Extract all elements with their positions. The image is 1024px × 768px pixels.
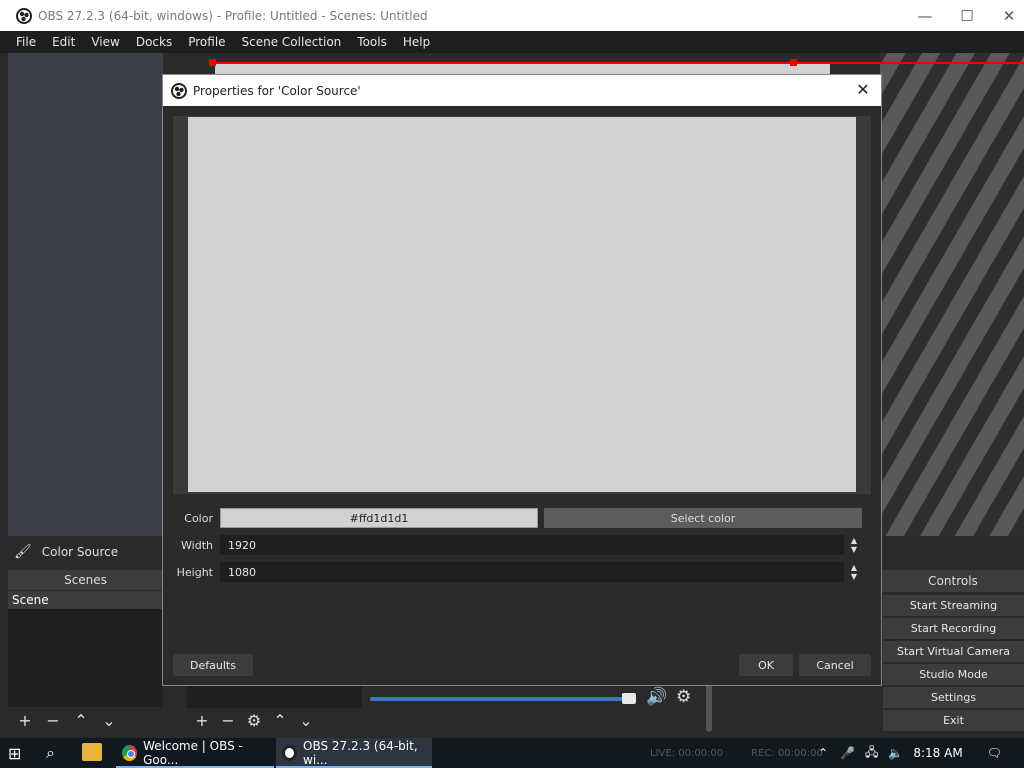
add-icon[interactable]: + — [14, 711, 36, 730]
properties-dialog: Properties for 'Color Source' ✕ Color #f… — [162, 74, 882, 686]
maximize-button[interactable]: ☐ — [944, 0, 990, 31]
scrollbar[interactable] — [706, 684, 712, 732]
width-stepper[interactable]: ▲ ▼ — [847, 535, 861, 555]
chrome-icon — [122, 745, 138, 761]
color-label: Color — [184, 512, 213, 525]
chevron-down-icon[interactable]: ▼ — [851, 572, 857, 581]
taskbar-item-label: OBS 27.2.3 (64-bit, wi... — [303, 739, 418, 767]
controls-dock-title: Controls — [882, 570, 1024, 592]
taskbar-item-chrome[interactable]: Welcome | OBS - Goo... — [116, 738, 274, 768]
windows-start-icon[interactable]: ⊞ — [8, 744, 21, 763]
volume-slider[interactable] — [370, 697, 630, 701]
start-recording-button[interactable]: Start Recording — [883, 618, 1024, 639]
notification-icon[interactable]: 🗨 — [987, 746, 1002, 760]
obs-icon — [282, 745, 298, 761]
height-input[interactable]: 1080 — [220, 562, 844, 582]
ok-button[interactable]: OK — [739, 654, 793, 676]
dialog-body: Color #ffd1d1d1 Select color Width 1920 … — [163, 106, 881, 685]
scenes-dock-title: Scenes — [8, 570, 163, 590]
audio-mixer: 🔊 ⚙ — [366, 684, 706, 732]
source-toolbar: 🖌 Color Source — [8, 539, 163, 565]
obs-logo-icon — [171, 82, 187, 99]
selection-handle[interactable] — [790, 59, 797, 66]
exit-button[interactable]: Exit — [883, 710, 1024, 731]
taskbar-item-label: Welcome | OBS - Goo... — [143, 739, 243, 767]
selection-outline — [212, 62, 1024, 64]
volume-icon[interactable]: 🔈 — [888, 746, 903, 760]
taskbar: ⊞ ⌕ Welcome | OBS - Goo... OBS 27.2.3 (6… — [0, 738, 1024, 768]
menu-tools[interactable]: Tools — [349, 31, 395, 53]
menu-view[interactable]: View — [83, 31, 127, 53]
width-input[interactable]: 1920 — [220, 535, 844, 555]
gear-icon[interactable]: ⚙ — [676, 687, 691, 707]
color-value-field: #ffd1d1d1 — [220, 508, 538, 528]
defaults-button[interactable]: Defaults — [173, 654, 253, 676]
network-icon[interactable]: 🖧 — [865, 743, 878, 764]
settings-button[interactable]: Settings — [883, 687, 1024, 708]
microphone-icon[interactable]: 🎤 — [840, 746, 855, 760]
start-streaming-button[interactable]: Start Streaming — [883, 595, 1024, 616]
add-icon[interactable]: + — [191, 711, 213, 730]
remove-icon[interactable]: − — [217, 711, 239, 730]
clock[interactable]: 8:18 AM — [913, 746, 962, 760]
sources-list[interactable] — [187, 684, 362, 708]
menu-edit[interactable]: Edit — [44, 31, 83, 53]
dialog-title: Properties for 'Color Source' — [193, 83, 361, 98]
chevron-up-icon[interactable]: ▲ — [851, 536, 857, 545]
preview-canvas-background — [880, 53, 1024, 536]
menu-help[interactable]: Help — [395, 31, 438, 53]
height-label: Height — [176, 566, 213, 579]
speaker-icon[interactable]: 🔊 — [646, 687, 667, 707]
title-bar: OBS 27.2.3 (64-bit, windows) - Profile: … — [0, 0, 1024, 31]
close-icon[interactable]: ✕ — [853, 80, 873, 99]
brush-icon: 🖌 — [14, 544, 32, 560]
list-item[interactable]: Scene — [8, 591, 163, 609]
move-down-icon[interactable]: ⌄ — [98, 711, 120, 730]
width-label: Width — [181, 539, 213, 552]
select-color-button[interactable]: Select color — [544, 508, 862, 528]
preview-canvas[interactable] — [8, 53, 163, 536]
height-stepper[interactable]: ▲ ▼ — [847, 562, 861, 582]
live-status: LIVE: 00:00:00 — [650, 747, 724, 759]
menu-file[interactable]: File — [8, 31, 44, 53]
menu-scene-collection[interactable]: Scene Collection — [234, 31, 350, 53]
system-tray: ⌃ 🎤 🖧 🔈 8:18 AM 🗨 — [818, 738, 1002, 768]
chevron-up-icon[interactable]: ▲ — [851, 563, 857, 572]
scenes-toolbar: + − ⌃ ⌄ — [8, 709, 183, 731]
color-preview — [188, 117, 856, 492]
cancel-button[interactable]: Cancel — [799, 654, 871, 676]
studio-mode-button[interactable]: Studio Mode — [883, 664, 1024, 685]
folder-icon[interactable] — [82, 743, 102, 761]
window-title: OBS 27.2.3 (64-bit, windows) - Profile: … — [38, 8, 428, 23]
remove-icon[interactable]: − — [42, 711, 64, 730]
move-up-icon[interactable]: ⌃ — [269, 711, 291, 730]
move-down-icon[interactable]: ⌄ — [295, 711, 317, 730]
dialog-title-bar: Properties for 'Color Source' ✕ — [163, 75, 881, 106]
taskbar-item-obs[interactable]: OBS 27.2.3 (64-bit, wi... — [276, 738, 432, 768]
gear-icon[interactable]: ⚙ — [243, 711, 265, 730]
chevron-up-icon[interactable]: ⌃ — [818, 746, 828, 760]
selected-source-label: Color Source — [41, 545, 119, 559]
source-preview-strip — [215, 64, 830, 74]
start-virtual-camera-button[interactable]: Start Virtual Camera — [883, 641, 1024, 662]
close-button[interactable]: ✕ — [986, 0, 1024, 31]
chevron-down-icon[interactable]: ▼ — [851, 545, 857, 554]
menu-bar: File Edit View Docks Profile Scene Colle… — [0, 31, 1024, 53]
obs-status-bar: LIVE: 00:00:00 REC: 00:00:00 — [650, 738, 823, 768]
minimize-button[interactable]: — — [902, 0, 948, 31]
obs-logo-icon — [16, 7, 32, 24]
menu-profile[interactable]: Profile — [180, 31, 233, 53]
menu-docks[interactable]: Docks — [128, 31, 180, 53]
volume-slider-handle[interactable] — [622, 693, 636, 704]
source-preview-frame — [173, 116, 871, 494]
search-icon[interactable]: ⌕ — [46, 743, 55, 763]
selection-handle[interactable] — [209, 59, 216, 66]
scenes-list[interactable]: Scene — [8, 591, 163, 707]
rec-status: REC: 00:00:00 — [751, 747, 823, 759]
sources-toolbar: + − ⚙ ⌃ ⌄ — [187, 709, 362, 731]
move-up-icon[interactable]: ⌃ — [70, 711, 92, 730]
